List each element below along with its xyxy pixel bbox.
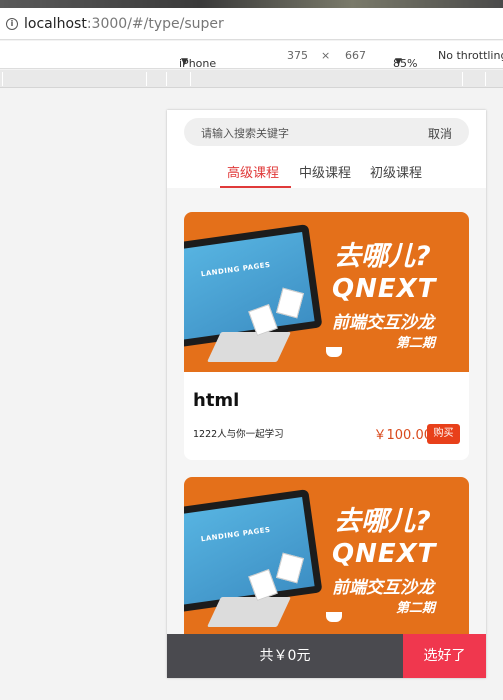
coffee-cup-icon (326, 347, 342, 357)
active-tab-indicator (220, 186, 291, 188)
cart-footer: 共￥0元 选好了 (167, 634, 486, 678)
tab-intermediate[interactable]: 中级课程 (299, 162, 351, 181)
course-banner-image: LANDING PAGES 去哪儿? QNEXT 前端交互沙龙 第二期 (184, 212, 469, 372)
banner-headline: 去哪儿? (334, 241, 431, 272)
course-tabs: 高级课程 中级课程 初级课程 (167, 160, 486, 188)
times-sign: × (321, 49, 331, 62)
tab-beginner[interactable]: 初级课程 (370, 162, 422, 181)
confirm-button[interactable]: 选好了 (403, 634, 486, 678)
banner-brand: QNEXT (332, 274, 437, 304)
course-card[interactable]: LANDING PAGES 去哪儿? QNEXT 前端交互沙龙 第二期 html… (184, 212, 469, 460)
course-info: html 1222人与你一起学习 ￥100.00 购买 (184, 372, 469, 460)
url-path: :3000/#/type/super (86, 15, 224, 32)
banner-headline: 去哪儿? (334, 506, 431, 537)
throttling-select[interactable]: No throttling (438, 49, 503, 62)
course-card[interactable]: LANDING PAGES 去哪儿? QNEXT 前端交互沙龙 第二期 (184, 477, 469, 647)
course-title: html (193, 390, 240, 411)
mobile-viewport: 请输入搜索关键字 取消 高级课程 中级课程 初级课程 LANDING PAGES… (167, 110, 486, 678)
height-field[interactable]: 667 (345, 49, 366, 62)
monitor-illustration: LANDING PAGES (184, 224, 323, 348)
screen-title: LANDING PAGES (200, 525, 272, 544)
search-input[interactable]: 请输入搜索关键字 (201, 125, 289, 141)
monitor-stand (207, 597, 291, 627)
screen-title: LANDING PAGES (200, 260, 272, 279)
device-toolbar: iPhone 6/7/8▼ 375 × 667 85%▼ No throttli… (0, 41, 503, 83)
buy-button[interactable]: 购买 (427, 424, 460, 444)
course-price: ￥100.00 (373, 428, 433, 443)
page-header: 请输入搜索关键字 取消 高级课程 中级课程 初级课程 (167, 110, 486, 188)
cancel-button[interactable]: 取消 (428, 125, 452, 142)
browser-top-strip (0, 0, 503, 8)
monitor-stand (207, 332, 291, 362)
coffee-cup-icon (326, 612, 342, 622)
caret-down-icon: ▼ (395, 57, 402, 67)
banner-subtitle: 前端交互沙龙 (332, 313, 434, 333)
url-host: localhost (24, 15, 87, 32)
tab-advanced[interactable]: 高级课程 (227, 162, 279, 181)
banner-issue: 第二期 (396, 601, 436, 616)
info-icon[interactable]: i (6, 17, 18, 30)
width-field[interactable]: 375 (287, 49, 308, 62)
course-banner-image: LANDING PAGES 去哪儿? QNEXT 前端交互沙龙 第二期 (184, 477, 469, 637)
monitor-illustration: LANDING PAGES (184, 489, 323, 613)
caret-down-icon: ▼ (181, 57, 188, 67)
banner-brand: QNEXT (332, 539, 437, 569)
media-query-ruler (0, 70, 503, 88)
cart-total: 共￥0元 (167, 634, 403, 678)
address-bar[interactable]: i localhost :3000/#/type/super (0, 8, 503, 40)
learner-count: 1222人与你一起学习 (193, 429, 284, 440)
banner-issue: 第二期 (396, 336, 436, 351)
search-bar[interactable]: 请输入搜索关键字 取消 (184, 118, 469, 146)
banner-subtitle: 前端交互沙龙 (332, 578, 434, 598)
